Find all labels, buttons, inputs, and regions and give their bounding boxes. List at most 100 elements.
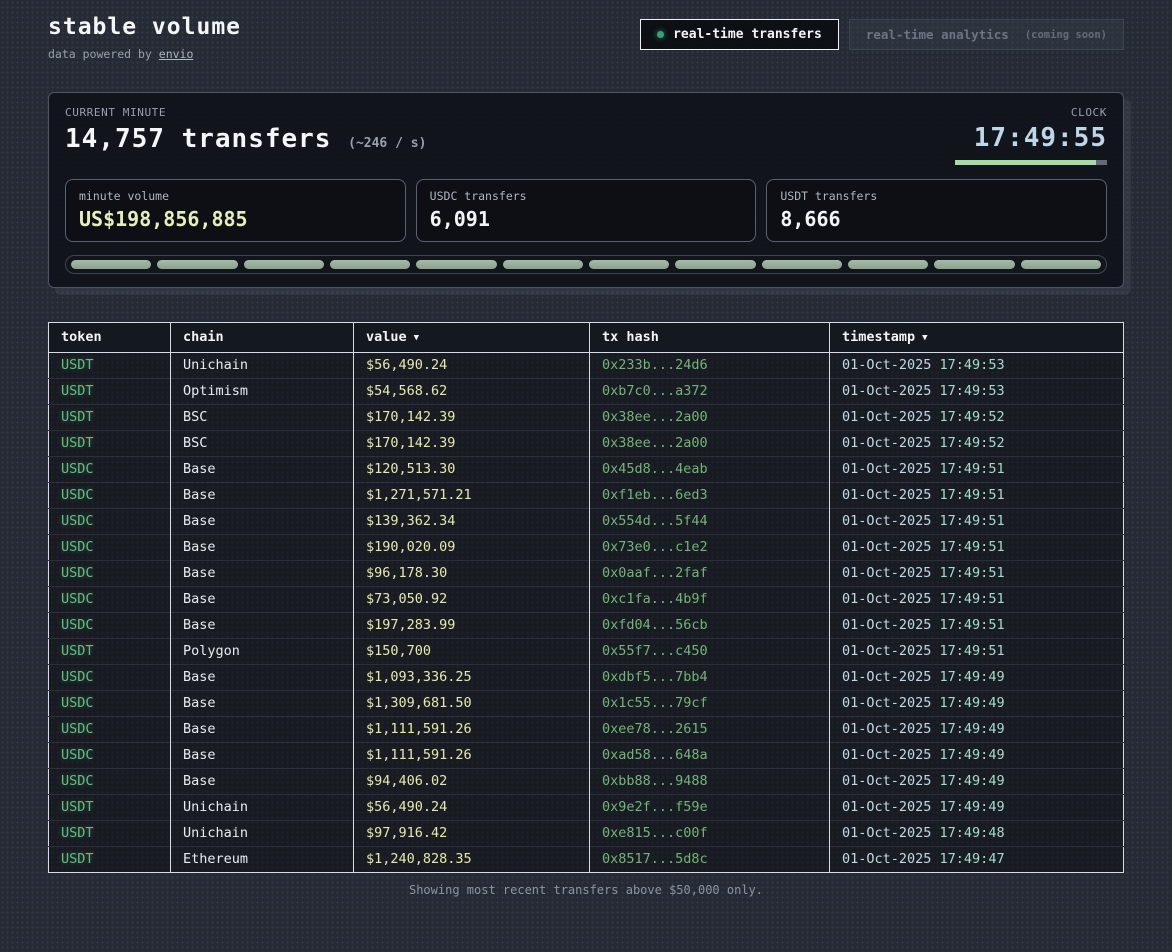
minute-segment bbox=[675, 260, 755, 269]
column-header-timestamp[interactable]: timestamp▼ bbox=[830, 323, 1124, 353]
table-row[interactable]: USDC Base $1,093,336.25 0xdbf5...7bb4 01… bbox=[49, 665, 1124, 691]
cell-tx-hash: 0x73e0...c1e2 bbox=[590, 535, 830, 561]
cell-token: USDT bbox=[49, 639, 171, 665]
cell-timestamp: 01-Oct-2025 17:49:53 bbox=[830, 353, 1124, 379]
table-row[interactable]: USDT Optimism $54,568.62 0xb7c0...a372 0… bbox=[49, 379, 1124, 405]
cell-value: $1,240,828.35 bbox=[354, 847, 590, 873]
cell-tx-hash: 0x55f7...c450 bbox=[590, 639, 830, 665]
table-row[interactable]: USDT Unichain $56,490.24 0x9e2f...f59e 0… bbox=[49, 795, 1124, 821]
cell-tx-hash: 0xc1fa...4b9f bbox=[590, 587, 830, 613]
cell-chain: Unichain bbox=[171, 795, 354, 821]
panel-top-row: CURRENT MINUTE 14,757 transfers (~246 / … bbox=[65, 106, 1107, 165]
live-dot-icon bbox=[657, 31, 664, 38]
cell-value: $97,916.42 bbox=[354, 821, 590, 847]
timestamp-date: 01-Oct-2025 bbox=[842, 409, 931, 425]
timestamp-date: 01-Oct-2025 bbox=[842, 591, 931, 607]
cell-tx-hash: 0xee78...2615 bbox=[590, 717, 830, 743]
timestamp-time: 17:49:49 bbox=[940, 669, 1005, 685]
table-row[interactable]: USDC Base $1,111,591.26 0xee78...2615 01… bbox=[49, 717, 1124, 743]
cell-timestamp: 01-Oct-2025 17:49:49 bbox=[830, 743, 1124, 769]
timestamp-date: 01-Oct-2025 bbox=[842, 747, 931, 763]
coming-soon-badge: (coming soon) bbox=[1025, 29, 1107, 41]
cell-timestamp: 01-Oct-2025 17:49:51 bbox=[830, 613, 1124, 639]
timestamp-time: 17:49:47 bbox=[940, 851, 1005, 867]
cell-timestamp: 01-Oct-2025 17:49:51 bbox=[830, 509, 1124, 535]
table-row[interactable]: USDC Base $73,050.92 0xc1fa...4b9f 01-Oc… bbox=[49, 587, 1124, 613]
cell-chain: Ethereum bbox=[171, 847, 354, 873]
page-title: stable volume bbox=[48, 14, 241, 40]
table-row[interactable]: USDC Base $197,283.99 0xfd04...56cb 01-O… bbox=[49, 613, 1124, 639]
envio-link[interactable]: envio bbox=[159, 47, 194, 61]
table-row[interactable]: USDC Base $94,406.02 0xbb88...9488 01-Oc… bbox=[49, 769, 1124, 795]
timestamp-date: 01-Oct-2025 bbox=[842, 617, 931, 633]
cell-tx-hash: 0xb7c0...a372 bbox=[590, 379, 830, 405]
cell-chain: Base bbox=[171, 535, 354, 561]
column-header-token[interactable]: token bbox=[49, 323, 171, 353]
table-row[interactable]: USDC Base $139,362.34 0x554d...5f44 01-O… bbox=[49, 509, 1124, 535]
transfers-table: tokenchainvalue▼tx hashtimestamp▼ USDT U… bbox=[48, 322, 1124, 873]
cell-timestamp: 01-Oct-2025 17:49:52 bbox=[830, 405, 1124, 431]
tab-real-time-analytics[interactable]: real-time analytics (coming soon) bbox=[849, 19, 1124, 50]
card-usdt-transfers: USDT transfers 8,666 bbox=[766, 179, 1107, 242]
cell-timestamp: 01-Oct-2025 17:49:49 bbox=[830, 769, 1124, 795]
timestamp-time: 17:49:52 bbox=[940, 435, 1005, 451]
sort-arrow-icon: ▼ bbox=[922, 333, 927, 343]
timestamp-date: 01-Oct-2025 bbox=[842, 721, 931, 737]
cell-token: USDT bbox=[49, 847, 171, 873]
tab-bar: real-time transfers real-time analytics … bbox=[640, 19, 1124, 50]
timestamp-time: 17:49:52 bbox=[940, 409, 1005, 425]
tab-real-time-transfers[interactable]: real-time transfers bbox=[640, 19, 839, 50]
page: stable volume data powered by envio real… bbox=[0, 0, 1172, 897]
cell-value: $54,568.62 bbox=[354, 379, 590, 405]
cell-chain: Base bbox=[171, 717, 354, 743]
table-row[interactable]: USDC Base $1,309,681.50 0x1c55...79cf 01… bbox=[49, 691, 1124, 717]
cell-token: USDC bbox=[49, 457, 171, 483]
cell-chain: Optimism bbox=[171, 379, 354, 405]
cell-value: $73,050.92 bbox=[354, 587, 590, 613]
table-row[interactable]: USDT BSC $170,142.39 0x38ee...2a00 01-Oc… bbox=[49, 405, 1124, 431]
cell-value: $1,111,591.26 bbox=[354, 743, 590, 769]
column-header-tx-hash[interactable]: tx hash bbox=[590, 323, 830, 353]
timestamp-date: 01-Oct-2025 bbox=[842, 799, 931, 815]
cell-timestamp: 01-Oct-2025 17:49:53 bbox=[830, 379, 1124, 405]
timestamp-date: 01-Oct-2025 bbox=[842, 461, 931, 477]
column-header-value[interactable]: value▼ bbox=[354, 323, 590, 353]
cell-timestamp: 01-Oct-2025 17:49:51 bbox=[830, 639, 1124, 665]
current-minute-label: CURRENT MINUTE bbox=[65, 106, 426, 119]
timestamp-date: 01-Oct-2025 bbox=[842, 565, 931, 581]
table-row[interactable]: USDC Base $1,271,571.21 0xf1eb...6ed3 01… bbox=[49, 483, 1124, 509]
table-row[interactable]: USDC Base $190,020.09 0x73e0...c1e2 01-O… bbox=[49, 535, 1124, 561]
cell-value: $197,283.99 bbox=[354, 613, 590, 639]
card-value: 8,666 bbox=[780, 207, 1093, 231]
table-row[interactable]: USDT Polygon $150,700 0x55f7...c450 01-O… bbox=[49, 639, 1124, 665]
cell-value: $170,142.39 bbox=[354, 431, 590, 457]
timestamp-time: 17:49:51 bbox=[940, 513, 1005, 529]
cell-timestamp: 01-Oct-2025 17:49:51 bbox=[830, 483, 1124, 509]
timestamp-time: 17:49:51 bbox=[940, 487, 1005, 503]
cell-tx-hash: 0x554d...5f44 bbox=[590, 509, 830, 535]
table-row[interactable]: USDC Base $96,178.30 0x0aaf...2faf 01-Oc… bbox=[49, 561, 1124, 587]
column-header-chain[interactable]: chain bbox=[171, 323, 354, 353]
timestamp-time: 17:49:48 bbox=[940, 825, 1005, 841]
timestamp-time: 17:49:49 bbox=[940, 747, 1005, 763]
cell-tx-hash: 0x8517...5d8c bbox=[590, 847, 830, 873]
table-row[interactable]: USDT Unichain $97,916.42 0xe815...c00f 0… bbox=[49, 821, 1124, 847]
timestamp-time: 17:49:51 bbox=[940, 565, 1005, 581]
table-row[interactable]: USDC Base $120,513.30 0x45d8...4eab 01-O… bbox=[49, 457, 1124, 483]
cell-token: USDC bbox=[49, 613, 171, 639]
cell-token: USDC bbox=[49, 743, 171, 769]
cell-token: USDT bbox=[49, 405, 171, 431]
cell-token: USDC bbox=[49, 483, 171, 509]
table-row[interactable]: USDT Ethereum $1,240,828.35 0x8517...5d8… bbox=[49, 847, 1124, 873]
table-row[interactable]: USDT BSC $170,142.39 0x38ee...2a00 01-Oc… bbox=[49, 431, 1124, 457]
cell-chain: Base bbox=[171, 665, 354, 691]
cell-chain: Base bbox=[171, 743, 354, 769]
cell-token: USDT bbox=[49, 821, 171, 847]
cell-chain: Base bbox=[171, 509, 354, 535]
cell-tx-hash: 0x45d8...4eab bbox=[590, 457, 830, 483]
table-row[interactable]: USDC Base $1,111,591.26 0xad58...648a 01… bbox=[49, 743, 1124, 769]
cell-value: $1,111,591.26 bbox=[354, 717, 590, 743]
timestamp-date: 01-Oct-2025 bbox=[842, 487, 931, 503]
cell-timestamp: 01-Oct-2025 17:49:49 bbox=[830, 665, 1124, 691]
table-row[interactable]: USDT Unichain $56,490.24 0x233b...24d6 0… bbox=[49, 353, 1124, 379]
